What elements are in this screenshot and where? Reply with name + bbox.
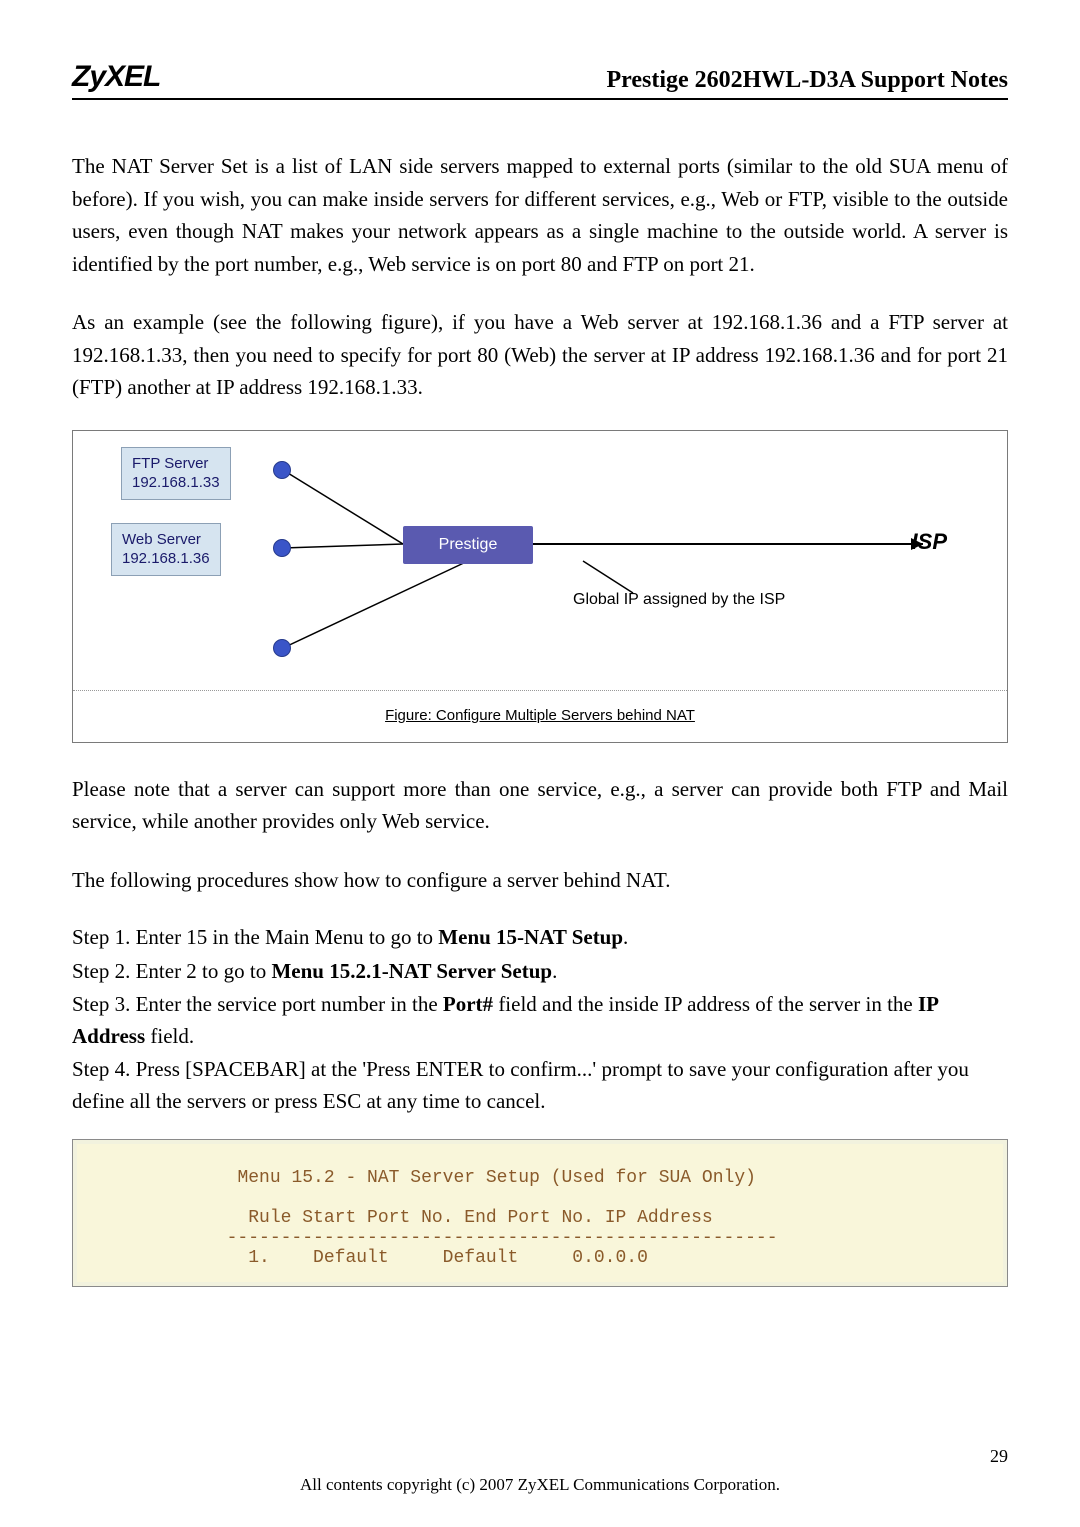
terminal-row-1-text: 1. Default Default 0.0.0.0: [227, 1248, 648, 1268]
web-label: Web Server: [122, 531, 201, 548]
steps-list: Step 1. Enter 15 in the Main Menu to go …: [72, 922, 1008, 1117]
global-ip-label: Global IP assigned by the ISP: [573, 591, 785, 609]
step-1-bold: Menu 15-NAT Setup: [438, 925, 623, 949]
prestige-router-box: Prestige: [403, 526, 533, 564]
ftp-label: FTP Server: [132, 455, 208, 472]
paragraph-4: The following procedures show how to con…: [72, 864, 1008, 897]
network-diagram: FTP Server 192.168.1.33 Web Server 192.1…: [73, 431, 1007, 691]
page-header: ZyXEL Prestige 2602HWL-D3A Support Notes: [72, 60, 1008, 100]
paragraph-3: Please note that a server can support mo…: [72, 773, 1008, 838]
paragraph-2: As an example (see the following figure)…: [72, 306, 1008, 404]
terminal-frame: Menu 15.2 - NAT Server Setup (Used for S…: [72, 1139, 1008, 1287]
footer-copyright: All contents copyright (c) 2007 ZyXEL Co…: [0, 1475, 1080, 1495]
web-ip: 192.168.1.36: [122, 550, 210, 567]
step-1-pre: Step 1. Enter 15 in the Main Menu to go …: [72, 925, 438, 949]
step-3: Step 3. Enter the service port number in…: [72, 989, 1008, 1052]
terminal-content: Menu 15.2 - NAT Server Setup (Used for S…: [77, 1144, 1003, 1282]
step-3-pre: Step 3. Enter the service port number in…: [72, 992, 443, 1016]
step-2-bold: Menu 15.2.1-NAT Server Setup: [271, 959, 552, 983]
page-number: 29: [990, 1446, 1008, 1467]
step-2-post: .: [552, 959, 557, 983]
terminal-row-1: 1. Default Default 0.0.0.0: [97, 1248, 648, 1268]
brand-logo: ZyXEL: [72, 60, 160, 94]
figure-caption: Figure: Configure Multiple Servers behin…: [73, 691, 1007, 742]
step-3-bold1: Port#: [443, 992, 493, 1016]
terminal-divider: ----------------------------------------…: [97, 1228, 778, 1248]
ftp-ip: 192.168.1.33: [132, 474, 220, 491]
document-title: Prestige 2602HWL-D3A Support Notes: [606, 67, 1008, 94]
terminal-title-text: Menu 15.2 - NAT Server Setup (Used for S…: [237, 1168, 755, 1188]
figure-container: FTP Server 192.168.1.33 Web Server 192.1…: [72, 430, 1008, 743]
web-server-box: Web Server 192.168.1.36: [111, 523, 221, 576]
step-1: Step 1. Enter 15 in the Main Menu to go …: [72, 922, 1008, 954]
extra-node-icon: [273, 639, 291, 657]
step-3-mid: field and the inside IP address of the s…: [493, 992, 918, 1016]
step-4: Step 4. Press [SPACEBAR] at the 'Press E…: [72, 1054, 1008, 1117]
step-1-post: .: [623, 925, 628, 949]
step-3-post: field.: [145, 1024, 194, 1048]
web-node-icon: [273, 539, 291, 557]
paragraph-1: The NAT Server Set is a list of LAN side…: [72, 150, 1008, 280]
terminal-header: Rule Start Port No. End Port No. IP Addr…: [97, 1208, 713, 1228]
terminal-divider-text: ----------------------------------------…: [227, 1228, 778, 1248]
step-2-pre: Step 2. Enter 2 to go to: [72, 959, 271, 983]
terminal-header-text: Rule Start Port No. End Port No. IP Addr…: [248, 1208, 712, 1228]
ftp-server-box: FTP Server 192.168.1.33: [121, 447, 231, 500]
terminal-title: Menu 15.2 - NAT Server Setup (Used for S…: [97, 1168, 756, 1188]
ftp-node-icon: [273, 461, 291, 479]
isp-label: ISP: [912, 529, 947, 555]
step-2: Step 2. Enter 2 to go to Menu 15.2.1-NAT…: [72, 956, 1008, 988]
